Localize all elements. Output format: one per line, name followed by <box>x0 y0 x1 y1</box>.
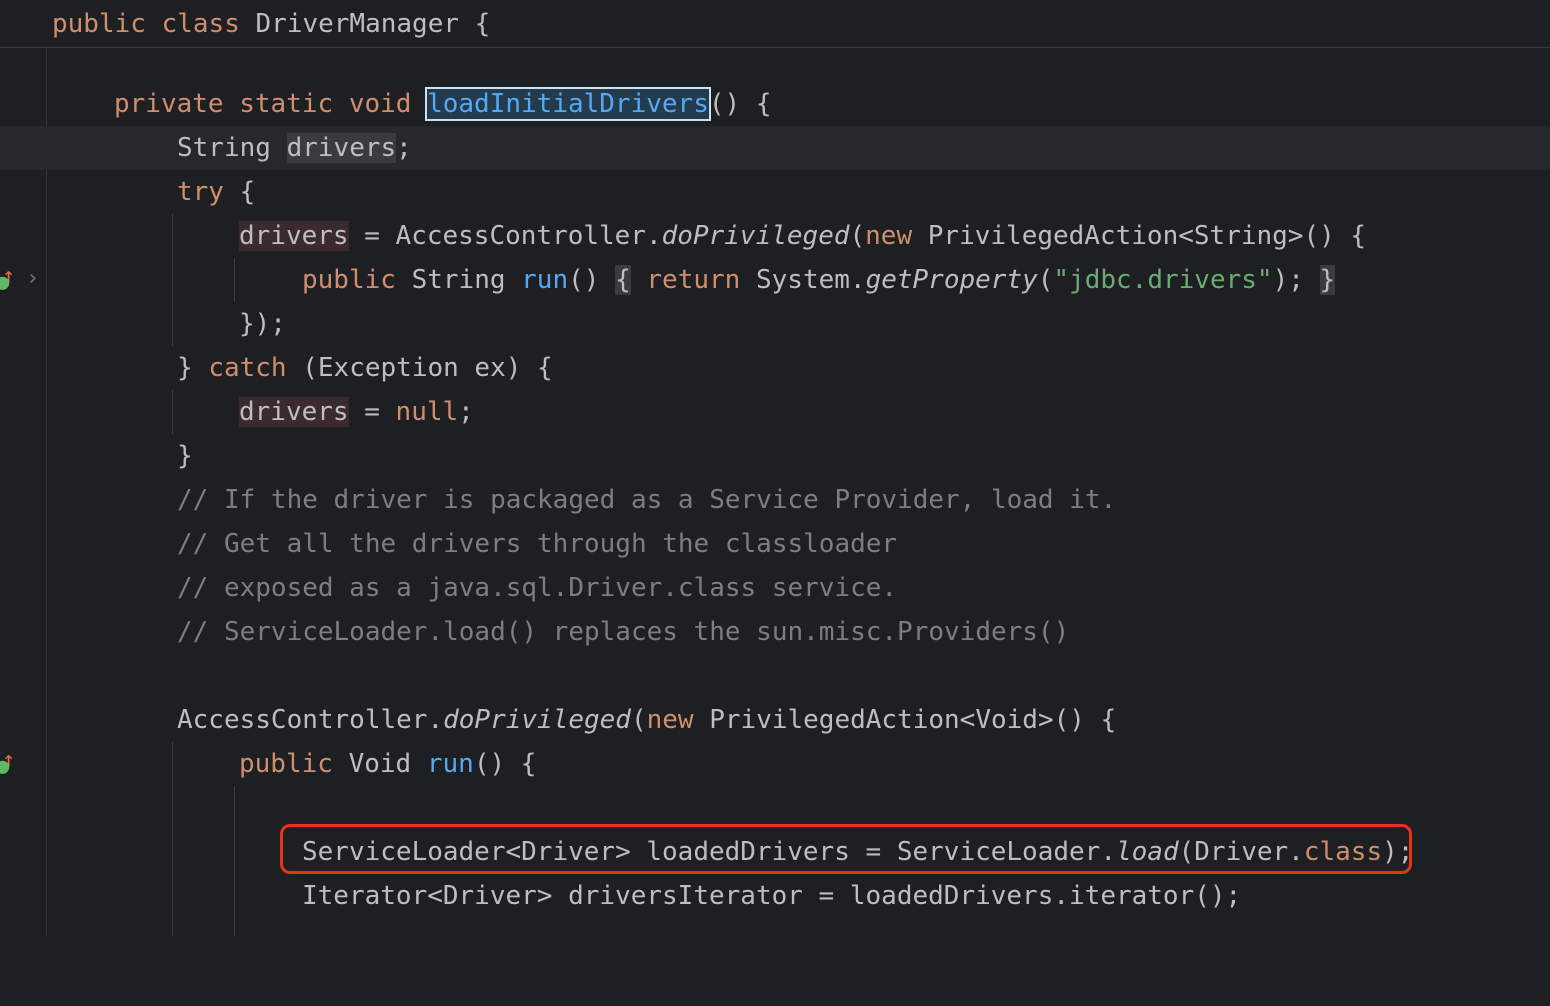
code-editor[interactable]: public class DriverManager { private sta… <box>0 0 1550 936</box>
folded-brace[interactable]: } <box>1319 265 1336 295</box>
code-text: ; <box>396 133 412 163</box>
code-text: () { <box>708 89 772 119</box>
code-line[interactable]: } catch (Exception ex) { <box>0 346 553 390</box>
code-line[interactable]: Iterator<Driver> driversIterator = loade… <box>0 874 1241 918</box>
variable: drivers <box>239 397 349 427</box>
comment-line[interactable]: // Get all the drivers through the class… <box>0 522 897 566</box>
comment: // If the driver is packaged as a Servic… <box>177 485 1117 515</box>
code-line[interactable]: } <box>0 434 193 478</box>
code-text: }); <box>239 309 286 339</box>
comment-line[interactable]: // ServiceLoader.load() replaces the sun… <box>0 610 1069 654</box>
code-line-highlighted[interactable]: ServiceLoader<Driver> loadedDrivers = Se… <box>0 830 1413 874</box>
brace: { <box>474 9 491 39</box>
string-literal: "jdbc.drivers" <box>1053 265 1273 295</box>
selected-method-name[interactable]: loadInitialDrivers <box>425 87 711 121</box>
code-text: = <box>348 397 396 427</box>
keyword: public <box>302 265 396 295</box>
keyword: public <box>239 749 333 779</box>
keyword: public <box>52 9 146 39</box>
code-text: = AccessController. <box>348 221 662 251</box>
indent-guide <box>172 214 173 346</box>
keyword: class <box>161 9 240 39</box>
code-line[interactable]: drivers = AccessController.doPrivileged(… <box>0 214 1366 258</box>
comment: // ServiceLoader.load() replaces the sun… <box>177 617 1070 647</box>
code-text: System. <box>740 265 866 295</box>
implements-marker-icon[interactable]: ● <box>0 756 9 778</box>
fold-chevron-icon[interactable]: › <box>26 268 39 290</box>
annotation-highlight-box <box>280 824 1412 874</box>
code-text: PrivilegedAction<String>() { <box>912 221 1367 251</box>
variable: drivers <box>286 133 397 163</box>
keyword: new <box>646 705 694 735</box>
indent-guide <box>172 742 173 936</box>
code-text: Iterator<Driver> driversIterator = loade… <box>302 881 1242 911</box>
code-text: AccessController. <box>177 705 444 735</box>
class-name: DriverManager <box>255 9 460 39</box>
keyword: null <box>395 397 459 427</box>
folded-brace[interactable]: { <box>615 265 631 295</box>
code-line-current[interactable]: String drivers; <box>0 126 1550 170</box>
code-text: ( <box>1037 265 1054 295</box>
code-text: Void <box>332 749 427 779</box>
keyword: new <box>865 221 913 251</box>
method-name: run <box>426 749 474 779</box>
code-line[interactable]: AccessController.doPrivileged(new Privil… <box>0 698 1116 742</box>
code-text: ( <box>849 221 866 251</box>
keyword: private <box>114 89 224 119</box>
variable: drivers <box>239 221 349 251</box>
code-text: } <box>177 441 193 471</box>
keyword: void <box>348 89 412 119</box>
code-text: { <box>223 177 256 207</box>
comment: // Get all the drivers through the class… <box>177 529 898 559</box>
indent-guide <box>234 258 235 302</box>
type-name: String <box>177 133 271 163</box>
method-call: doPrivileged <box>443 705 631 735</box>
implements-marker-icon[interactable]: ● <box>0 272 9 294</box>
keyword: catch <box>208 353 287 383</box>
keyword: return <box>646 265 741 295</box>
method-call: doPrivileged <box>661 221 850 251</box>
code-text: ); <box>1272 265 1304 295</box>
method-call: getProperty <box>865 265 1038 295</box>
sticky-class-header[interactable]: public class DriverManager { <box>0 0 1550 48</box>
keyword: try <box>177 177 224 207</box>
method-name: run <box>521 265 569 295</box>
comment-line[interactable]: // If the driver is packaged as a Servic… <box>0 478 1116 522</box>
code-text: ; <box>458 397 474 427</box>
sticky-header-line: public class DriverManager { <box>0 2 490 46</box>
code-text: (Exception ex) { <box>286 353 553 383</box>
code-line[interactable]: }); <box>0 302 286 346</box>
code-text: String <box>395 265 522 295</box>
code-text: } <box>177 353 209 383</box>
indent-guide <box>172 390 173 434</box>
code-line[interactable]: try { <box>0 170 255 214</box>
code-text: () { <box>473 749 537 779</box>
code-line[interactable]: drivers = null; <box>0 390 474 434</box>
keyword: static <box>239 89 334 119</box>
comment-line[interactable]: // exposed as a java.sql.Driver.class se… <box>0 566 897 610</box>
comment: // exposed as a java.sql.Driver.class se… <box>177 573 898 603</box>
code-text: () <box>568 265 616 295</box>
code-text: ( <box>630 705 647 735</box>
indent-guide <box>234 786 235 936</box>
code-text: PrivilegedAction<Void>() { <box>693 705 1117 735</box>
